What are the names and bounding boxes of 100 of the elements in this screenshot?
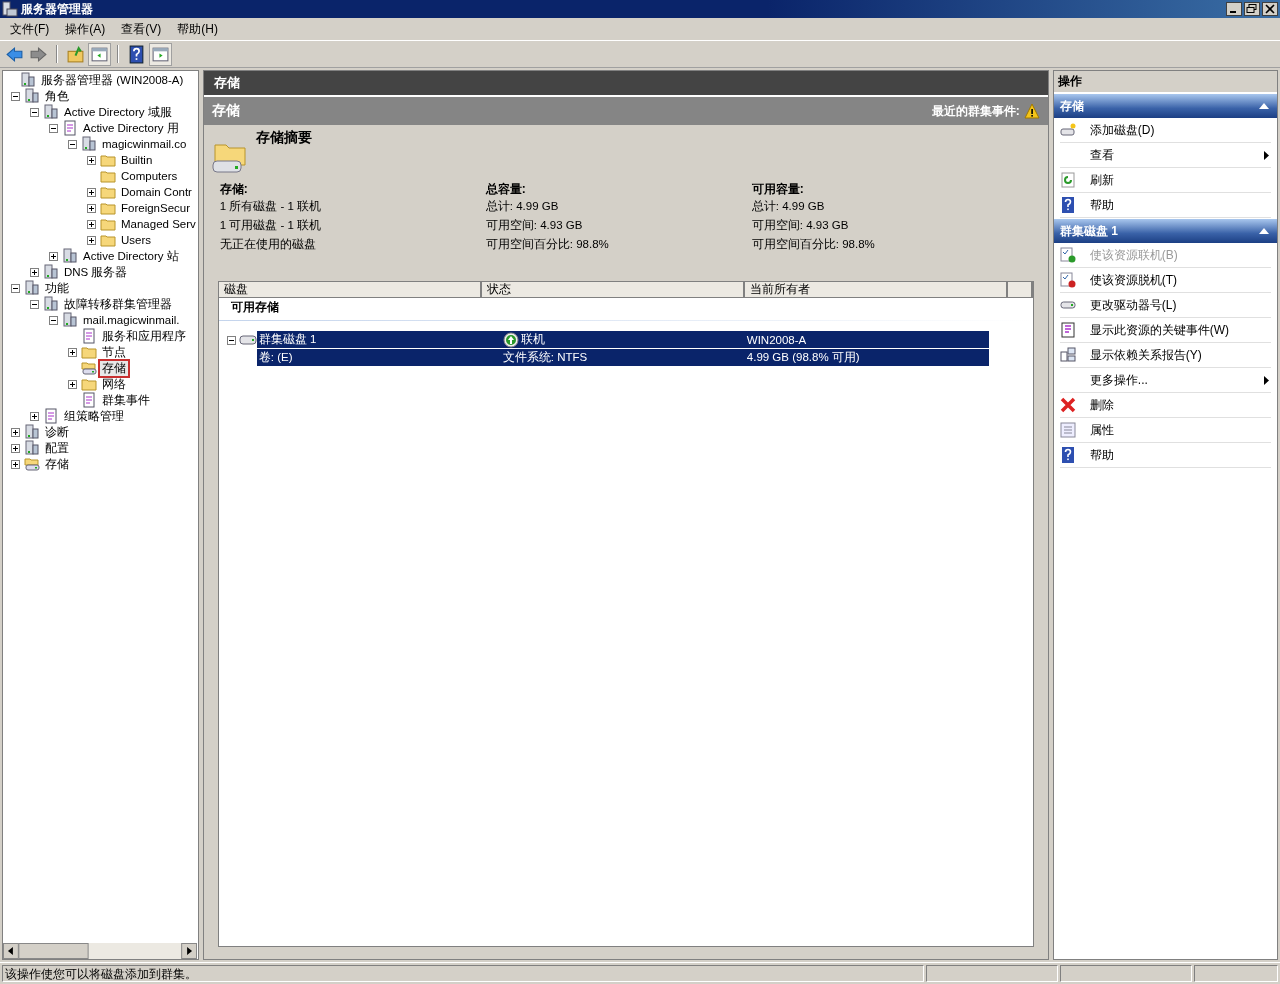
tree-expander[interactable] — [30, 411, 39, 421]
tree-item[interactable]: 角色 — [43, 88, 71, 104]
menu-item[interactable]: 查看(V) — [115, 18, 168, 40]
summary-line: 可用空间百分比: 98.8% — [751, 237, 876, 252]
tree-expander[interactable] — [30, 299, 39, 309]
tree-item[interactable]: Managed Serv — [119, 216, 198, 232]
tree-expander[interactable] — [68, 347, 77, 357]
action-item[interactable]: 删除 — [1089, 396, 1114, 414]
tree-expander[interactable] — [11, 427, 20, 437]
tree-expander[interactable] — [68, 379, 77, 389]
help-icon — [1059, 197, 1076, 213]
close-button[interactable] — [1262, 2, 1278, 16]
tree-item[interactable]: mail.magicwinmail. — [81, 312, 182, 328]
action-item[interactable]: 添加磁盘(D) — [1089, 121, 1155, 139]
tree-expander[interactable] — [30, 267, 39, 277]
tree-item[interactable]: 存储 — [100, 360, 128, 376]
tree-expander[interactable] — [11, 283, 20, 293]
tree-item[interactable]: Active Directory 用 — [81, 120, 181, 136]
action-item[interactable]: 使该资源脱机(T) — [1089, 271, 1178, 289]
action-item[interactable]: 显示此资源的关键事件(W) — [1089, 321, 1230, 339]
tree-item[interactable]: ForeignSecur — [119, 200, 193, 216]
tree-expander[interactable] — [11, 459, 20, 469]
menu-item[interactable]: 帮助(H) — [171, 18, 224, 40]
action-section-header[interactable]: 群集磁盘 1 — [1053, 219, 1277, 243]
pane-title: 存储 — [203, 71, 1048, 97]
action-item[interactable]: 更改驱动器号(L) — [1089, 296, 1177, 314]
document-icon — [43, 408, 59, 424]
tree-item[interactable]: 群集事件 — [100, 392, 152, 408]
tree-item[interactable]: 配置 — [43, 440, 71, 456]
tree-item[interactable]: 服务和应用程序 — [100, 328, 188, 344]
tree-item[interactable]: 节点 — [100, 344, 128, 360]
tree-item[interactable]: Active Directory 站 — [81, 248, 181, 264]
pane-toggle-icon[interactable] — [89, 43, 110, 65]
restore-button[interactable] — [1244, 2, 1260, 16]
tree-expander[interactable] — [68, 139, 77, 149]
menu-item[interactable]: 操作(A) — [59, 18, 112, 40]
tree-item[interactable]: Computers — [119, 168, 180, 184]
tree-expander[interactable] — [87, 187, 96, 197]
summary-title: 存储摘要 — [255, 129, 312, 147]
tree-item[interactable]: 功能 — [43, 280, 71, 296]
table-cell-text: 卷: (E) — [257, 350, 294, 365]
table-row[interactable]: 群集磁盘 1 联机 WIN2008-A — [256, 331, 989, 349]
horizontal-scrollbar[interactable] — [3, 943, 197, 959]
report-icon — [1059, 347, 1076, 363]
action-item[interactable]: 属性 — [1089, 421, 1114, 439]
menu-item[interactable]: 文件(F) — [4, 18, 56, 40]
tree-item[interactable]: Builtin — [119, 152, 155, 168]
tree-expander[interactable] — [87, 235, 96, 245]
tree-item[interactable]: 组策略管理 — [62, 408, 126, 424]
column-header[interactable]: 状态 — [481, 282, 745, 297]
action-item[interactable]: 显示依赖关系报告(Y) — [1089, 346, 1202, 364]
pane-toggle-icon[interactable] — [150, 43, 171, 65]
summary-line: 无正在使用的磁盘 — [219, 237, 317, 252]
tree-expander[interactable] — [49, 315, 58, 325]
summary-line: 可用空间百分比: 98.8% — [485, 237, 610, 252]
collapse-caret-icon[interactable] — [1259, 228, 1269, 234]
tree-item[interactable]: 服务器管理器 (WIN2008-A) — [39, 72, 186, 88]
folder-icon — [100, 232, 116, 248]
tree-item[interactable]: 网络 — [100, 376, 128, 392]
table-cell-text: WIN2008-A — [745, 332, 808, 348]
column-header[interactable]: 磁盘 — [218, 282, 482, 297]
delete-icon — [1059, 397, 1076, 413]
row-expander[interactable] — [226, 335, 236, 345]
summary-heading: 总容量: — [485, 181, 527, 197]
tree-item[interactable]: 诊断 — [43, 424, 71, 440]
server-icon — [62, 312, 78, 328]
table-row[interactable]: 卷: (E) 文件系统: NTFS 4.99 GB (98.8% 可用) — [256, 349, 989, 367]
disk-icon — [81, 360, 97, 376]
action-item[interactable]: 查看 — [1089, 146, 1114, 164]
tree-expander[interactable] — [87, 155, 96, 165]
tree-expander[interactable] — [11, 443, 20, 453]
tree-item[interactable]: DNS 服务器 — [62, 264, 130, 280]
action-item[interactable]: 帮助 — [1089, 196, 1114, 214]
event-log-icon — [1059, 322, 1076, 338]
summary-line: 1 可用磁盘 - 1 联机 — [219, 218, 323, 233]
actions-pane-title: 操作 — [1053, 71, 1277, 93]
tree-item[interactable]: magicwinmail.co — [100, 136, 189, 152]
tree-expander[interactable] — [30, 107, 39, 117]
tree-expander[interactable] — [49, 251, 58, 261]
tree-item[interactable]: 故障转移群集管理器 — [62, 296, 174, 312]
tree-item[interactable]: Active Directory 域服 — [62, 104, 174, 120]
tree-expander[interactable] — [11, 91, 20, 101]
minimize-button[interactable] — [1226, 2, 1242, 16]
action-item[interactable]: 帮助 — [1089, 446, 1114, 464]
summary-line: 可用空间: 4.93 GB — [485, 218, 584, 233]
action-section-header[interactable]: 存储 — [1053, 94, 1277, 118]
action-item[interactable]: 刷新 — [1089, 171, 1114, 189]
warning-icon — [1023, 103, 1040, 119]
tree-item[interactable]: 存储 — [43, 456, 71, 472]
collapse-caret-icon[interactable] — [1259, 103, 1269, 109]
summary-heading: 可用容量: — [751, 181, 805, 197]
group-heading: 可用存储 — [229, 299, 280, 316]
tree-expander[interactable] — [87, 219, 96, 229]
tree-expander[interactable] — [87, 203, 96, 213]
tree-item[interactable]: Users — [119, 232, 154, 248]
refresh-icon — [1059, 172, 1076, 188]
tree-item[interactable]: Domain Contr — [119, 184, 194, 200]
action-item[interactable]: 更多操作... — [1089, 371, 1148, 389]
tree-expander[interactable] — [49, 123, 58, 133]
column-header[interactable]: 当前所有者 — [744, 282, 1008, 297]
